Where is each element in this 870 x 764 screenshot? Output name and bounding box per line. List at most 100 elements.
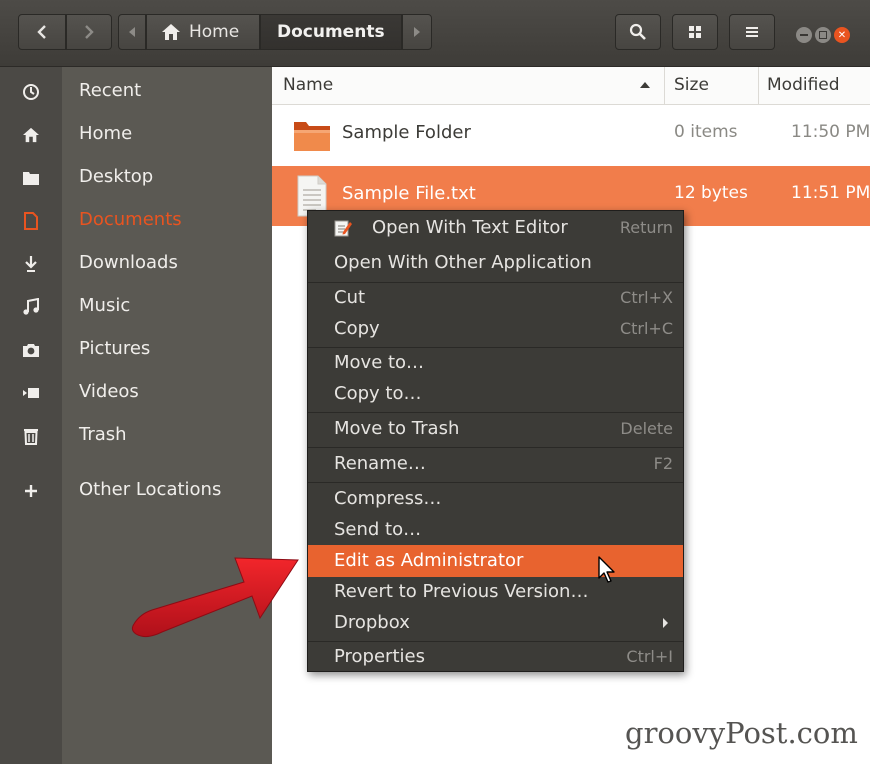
- app-menu-button[interactable]: [729, 14, 775, 50]
- menu-item-properties[interactable]: Properties Ctrl+I: [308, 641, 683, 673]
- grid-view-icon: [689, 26, 701, 38]
- file-name: Sample Folder: [342, 122, 471, 143]
- triangle-left-icon: [129, 27, 135, 37]
- trash-icon: [0, 418, 62, 454]
- column-header-size[interactable]: Size: [674, 75, 709, 95]
- menu-item-accelerator: Delete: [620, 419, 673, 438]
- file-modified: 11:50 PM: [791, 122, 870, 142]
- sidebar-item-documents[interactable]: Documents: [0, 203, 272, 239]
- column-divider: [758, 67, 759, 104]
- maximize-icon: [819, 31, 827, 39]
- menu-item-accelerator: Ctrl+C: [619, 319, 673, 338]
- sidebar-item-videos[interactable]: Videos: [0, 375, 272, 411]
- menu-item-accelerator: Ctrl+I: [626, 647, 673, 666]
- sidebar-item-pictures[interactable]: Pictures: [0, 332, 272, 368]
- camera-icon: [0, 332, 62, 368]
- menu-item-move-to[interactable]: Move to…: [308, 347, 683, 379]
- menu-item-open-with-text-editor[interactable]: Open With Text Editor Return: [308, 212, 683, 244]
- plus-icon: [0, 473, 62, 509]
- menu-item-label: Open With Text Editor: [372, 217, 568, 238]
- menu-item-edit-as-administrator[interactable]: Edit as Administrator: [308, 545, 683, 577]
- sidebar-item-home[interactable]: Home: [0, 117, 272, 153]
- menu-item-label: Cut: [334, 287, 366, 308]
- sidebar: Recent Home Desktop Documents Downloads: [0, 67, 272, 764]
- menu-item-label: Dropbox: [334, 612, 410, 633]
- sidebar-item-other-locations[interactable]: Other Locations: [0, 473, 272, 509]
- menu-item-label: Send to…: [334, 519, 422, 540]
- sidebar-item-label: Other Locations: [79, 479, 222, 500]
- breadcrumb-current-label: Documents: [277, 22, 385, 42]
- breadcrumb-home-label: Home: [189, 22, 240, 42]
- minimize-icon: [800, 34, 808, 36]
- sidebar-item-label: Videos: [79, 381, 139, 402]
- minimize-button[interactable]: [796, 27, 812, 43]
- menu-item-label: Open With Other Application: [334, 252, 592, 273]
- breadcrumb-home[interactable]: Home: [146, 14, 260, 50]
- forward-button[interactable]: [66, 14, 112, 50]
- column-header-row: Name Size Modified: [272, 67, 870, 105]
- menu-item-open-with-other-application[interactable]: Open With Other Application: [308, 247, 683, 279]
- sidebar-item-trash[interactable]: Trash: [0, 418, 272, 454]
- sidebar-item-label: Home: [79, 123, 133, 144]
- text-editor-icon: [334, 220, 352, 237]
- menu-item-move-to-trash[interactable]: Move to Trash Delete: [308, 413, 683, 445]
- menu-item-label: Copy: [334, 318, 380, 339]
- maximize-button[interactable]: [815, 27, 831, 43]
- menu-item-label: Move to Trash: [334, 418, 460, 439]
- sort-ascending-icon: [640, 82, 650, 88]
- file-modified: 11:51 PM: [791, 183, 870, 203]
- menu-item-label: Move to…: [334, 352, 425, 373]
- document-icon: [0, 203, 62, 239]
- sidebar-item-downloads[interactable]: Downloads: [0, 246, 272, 282]
- path-scroll-left-button[interactable]: [118, 14, 146, 50]
- folder-icon: [0, 160, 62, 196]
- file-size: 12 bytes: [674, 183, 748, 203]
- header-bar: Home Documents ✕: [0, 0, 870, 67]
- video-icon: [0, 375, 62, 411]
- search-icon: [629, 23, 646, 40]
- submenu-arrow-icon: [663, 618, 668, 628]
- close-button[interactable]: ✕: [834, 27, 850, 43]
- home-icon: [162, 24, 180, 40]
- clock-icon: [0, 74, 62, 110]
- watermark: groovyPost.com: [625, 716, 858, 750]
- menu-item-send-to[interactable]: Send to…: [308, 514, 683, 546]
- chevron-left-icon: [37, 25, 46, 39]
- breadcrumb-documents[interactable]: Documents: [260, 14, 402, 50]
- triangle-right-icon: [414, 27, 420, 37]
- menu-item-dropbox[interactable]: Dropbox: [308, 607, 683, 639]
- menu-item-revert-to-previous-version[interactable]: Revert to Previous Version…: [308, 576, 683, 608]
- view-toggle-button[interactable]: [672, 14, 718, 50]
- menu-item-label: Revert to Previous Version…: [334, 581, 589, 602]
- column-header-name[interactable]: Name: [283, 75, 333, 95]
- sidebar-item-recent[interactable]: Recent: [0, 74, 272, 110]
- sidebar-item-desktop[interactable]: Desktop: [0, 160, 272, 196]
- menu-item-label: Rename…: [334, 453, 426, 474]
- menu-item-copy[interactable]: Copy Ctrl+C: [308, 313, 683, 345]
- file-row[interactable]: Sample Folder 0 items 11:50 PM: [272, 105, 870, 165]
- sidebar-item-label: Desktop: [79, 166, 154, 187]
- file-name: Sample File.txt: [342, 183, 476, 204]
- menu-item-compress[interactable]: Compress…: [308, 483, 683, 515]
- menu-item-rename[interactable]: Rename… F2: [308, 448, 683, 480]
- menu-item-accelerator: Ctrl+X: [620, 288, 673, 307]
- sidebar-item-label: Trash: [79, 424, 127, 445]
- sidebar-item-label: Music: [79, 295, 131, 316]
- search-button[interactable]: [615, 14, 661, 50]
- hamburger-menu-icon: [746, 27, 758, 37]
- sidebar-item-label: Pictures: [79, 338, 151, 359]
- chevron-right-icon: [85, 25, 94, 39]
- column-header-modified[interactable]: Modified: [767, 75, 840, 95]
- sidebar-item-music[interactable]: Music: [0, 289, 272, 325]
- red-arrow-icon: [131, 557, 299, 638]
- menu-item-label: Edit as Administrator: [334, 550, 524, 571]
- mouse-pointer-icon: [598, 556, 615, 583]
- path-scroll-right-button[interactable]: [402, 14, 432, 50]
- home-icon: [0, 117, 62, 153]
- menu-item-label: Compress…: [334, 488, 442, 509]
- menu-item-copy-to[interactable]: Copy to…: [308, 378, 683, 410]
- music-icon: [0, 289, 62, 325]
- menu-item-cut[interactable]: Cut Ctrl+X: [308, 282, 683, 314]
- sidebar-item-label: Downloads: [79, 252, 178, 273]
- back-button[interactable]: [18, 14, 66, 50]
